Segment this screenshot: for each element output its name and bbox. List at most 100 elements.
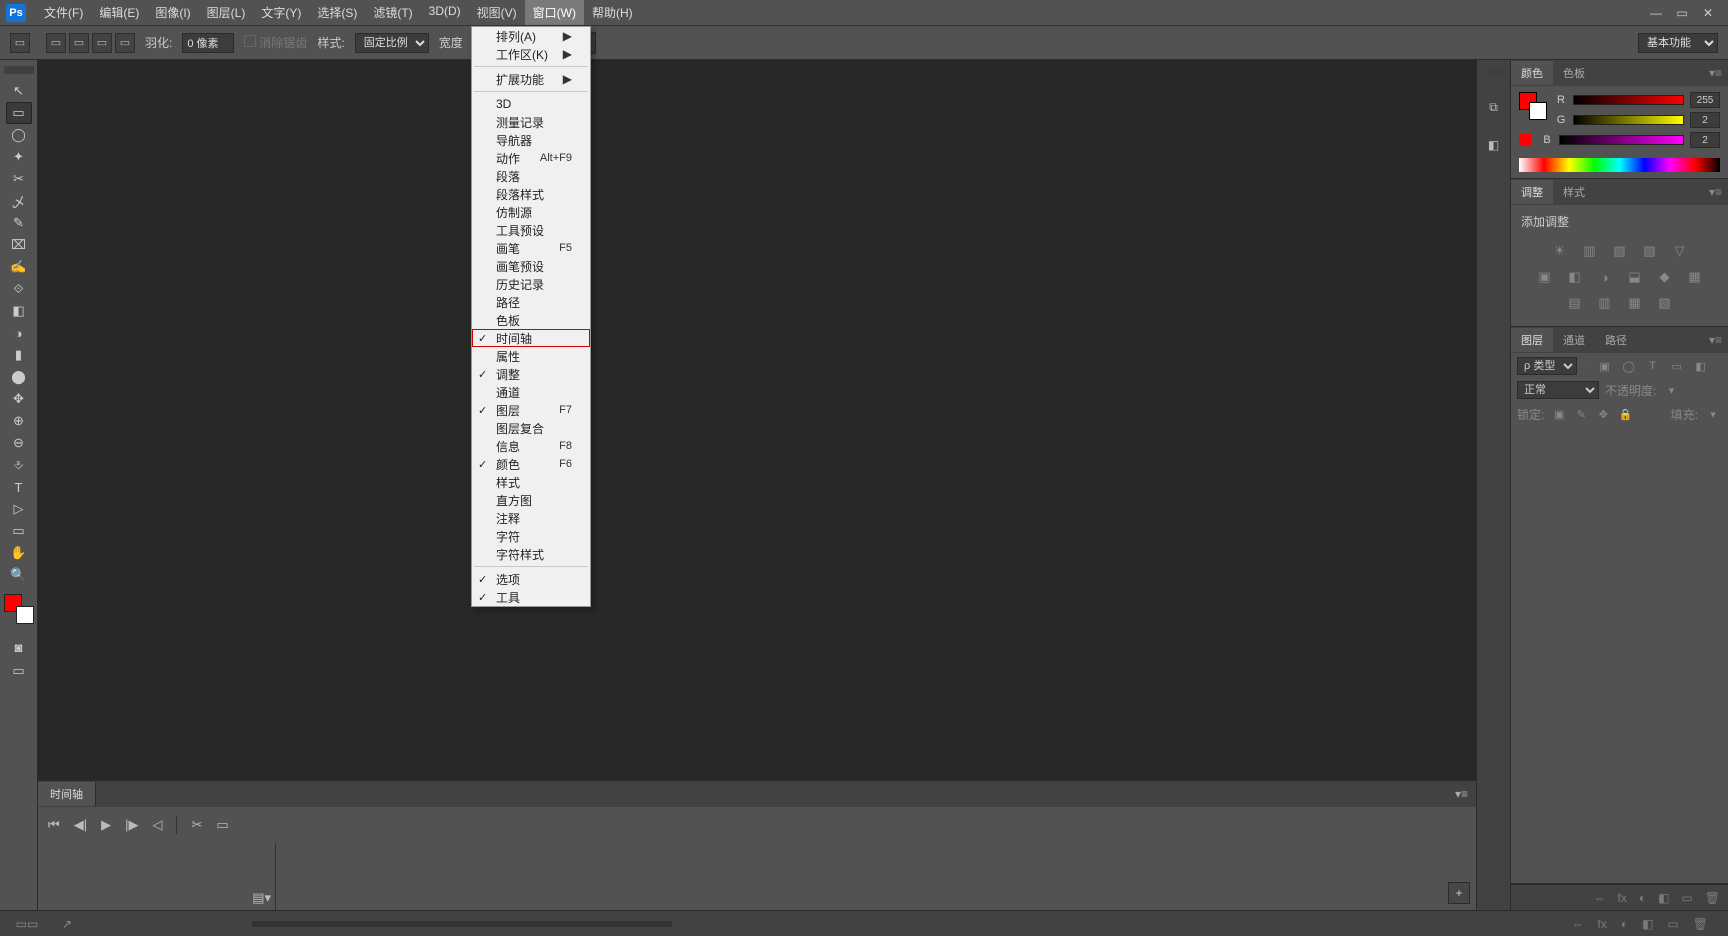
- history-dock-icon[interactable]: ⧉: [1483, 96, 1505, 118]
- menu-选择(S)[interactable]: 选择(S): [309, 0, 365, 25]
- channel-value-B[interactable]: 2: [1690, 132, 1720, 148]
- tool-8[interactable]: ✍: [6, 256, 32, 278]
- window-menu-item[interactable]: 字符: [472, 527, 590, 545]
- selection-new-icon[interactable]: ▭: [46, 33, 66, 53]
- maximize-button[interactable]: ▭: [1676, 7, 1688, 19]
- channel-slider-B[interactable]: [1559, 135, 1684, 145]
- tool-14[interactable]: ✥: [6, 388, 32, 410]
- window-menu-item[interactable]: 段落: [472, 167, 590, 185]
- color-swatches[interactable]: [4, 594, 34, 624]
- tool-21[interactable]: ✋: [6, 542, 32, 564]
- quick-mask-icon[interactable]: ◙: [6, 636, 32, 658]
- timeline-panel-menu-icon[interactable]: ▾≡: [1447, 787, 1476, 801]
- close-button[interactable]: ✕: [1702, 7, 1714, 19]
- menu-视图(V)[interactable]: 视图(V): [469, 0, 525, 25]
- window-menu-item[interactable]: 3D: [472, 95, 590, 113]
- toolbar-grip[interactable]: [4, 66, 34, 74]
- layer-filter-icon[interactable]: ▭: [1668, 357, 1686, 375]
- opacity-dropdown-icon[interactable]: ▾: [1662, 381, 1680, 399]
- layer-lock-icon[interactable]: ✥: [1594, 405, 1612, 423]
- layers-list[interactable]: [1517, 429, 1722, 879]
- window-menu-item[interactable]: 注释: [472, 509, 590, 527]
- statusbar-icon[interactable]: 🗑: [1693, 917, 1708, 931]
- tl-go-start-icon[interactable]: ⏮: [48, 817, 60, 833]
- window-menu-item[interactable]: 属性: [472, 347, 590, 365]
- tool-3[interactable]: ✦: [6, 146, 32, 168]
- tool-11[interactable]: ◑: [6, 322, 32, 344]
- tool-2[interactable]: ◯: [6, 124, 32, 146]
- window-menu-item[interactable]: ✓图层F7: [472, 401, 590, 419]
- adjustment-icon[interactable]: ☀: [1551, 242, 1569, 260]
- layer-filter-icon[interactable]: ◯: [1620, 357, 1638, 375]
- window-menu-item[interactable]: 图层复合: [472, 419, 590, 437]
- statusbar-icon[interactable]: fx: [1597, 917, 1606, 931]
- window-menu-item[interactable]: ✓调整: [472, 365, 590, 383]
- window-menu-item[interactable]: ✓选项: [472, 570, 590, 588]
- tool-1[interactable]: ▭: [6, 102, 32, 124]
- window-menu-item[interactable]: 色板: [472, 311, 590, 329]
- window-menu-item[interactable]: 信息F8: [472, 437, 590, 455]
- tool-12[interactable]: ▮: [6, 344, 32, 366]
- styles-tab[interactable]: 样式: [1553, 180, 1595, 204]
- window-menu-item[interactable]: ✓工具: [472, 588, 590, 606]
- canvas[interactable]: [38, 60, 1476, 780]
- menu-文字(Y)[interactable]: 文字(Y): [253, 0, 309, 25]
- window-menu-item[interactable]: ✓颜色F6: [472, 455, 590, 473]
- adjustment-icon[interactable]: ⬓: [1626, 268, 1644, 286]
- color-panel-menu-icon[interactable]: ▾≡: [1703, 66, 1728, 80]
- adjustment-icon[interactable]: ◧: [1566, 268, 1584, 286]
- window-menu-item[interactable]: 直方图: [472, 491, 590, 509]
- tool-20[interactable]: ▭: [6, 520, 32, 542]
- swatches-tab[interactable]: 色板: [1553, 61, 1595, 85]
- adjustment-icon[interactable]: ▥: [1596, 294, 1614, 312]
- menu-窗口(W)[interactable]: 窗口(W): [525, 0, 584, 25]
- tl-prev-frame-icon[interactable]: ◀|: [74, 817, 87, 833]
- adjustment-icon[interactable]: ▦: [1686, 268, 1704, 286]
- properties-dock-icon[interactable]: ◧: [1483, 134, 1505, 156]
- channel-slider-G[interactable]: [1573, 115, 1684, 125]
- adjustment-icon[interactable]: ◑: [1596, 268, 1614, 286]
- menu-文件(F)[interactable]: 文件(F): [36, 0, 91, 25]
- menu-图像(I)[interactable]: 图像(I): [147, 0, 198, 25]
- tl-scissors-icon[interactable]: ✂: [191, 817, 202, 833]
- window-menu-item[interactable]: 仿制源: [472, 203, 590, 221]
- tool-16[interactable]: ⊖: [6, 432, 32, 454]
- tool-19[interactable]: ▷: [6, 498, 32, 520]
- layer-filter-icon[interactable]: T: [1644, 357, 1662, 375]
- menu-3D(D)[interactable]: 3D(D): [421, 0, 469, 25]
- adjustment-icon[interactable]: ◆: [1656, 268, 1674, 286]
- color-tab[interactable]: 颜色: [1511, 61, 1553, 85]
- dock-grip[interactable]: [1482, 68, 1506, 76]
- tool-0[interactable]: ↖: [6, 80, 32, 102]
- window-menu-item[interactable]: 字符样式: [472, 545, 590, 563]
- menu-帮助(H)[interactable]: 帮助(H): [584, 0, 641, 25]
- background-color-swatch[interactable]: [16, 606, 34, 624]
- statusbar-icon[interactable]: ▭: [1667, 917, 1678, 931]
- window-menu-item[interactable]: ✓时间轴: [472, 329, 590, 347]
- adjustment-icon[interactable]: ▧: [1656, 294, 1674, 312]
- channels-tab[interactable]: 通道: [1553, 328, 1595, 352]
- adjustment-icon[interactable]: ▤: [1566, 294, 1584, 312]
- window-menu-item[interactable]: 通道: [472, 383, 590, 401]
- statusbar-icon[interactable]: ◐: [1621, 917, 1628, 931]
- window-menu-item[interactable]: 画笔预设: [472, 257, 590, 275]
- layers-panel-menu-icon[interactable]: ▾≡: [1703, 333, 1728, 347]
- paths-tab[interactable]: 路径: [1595, 328, 1637, 352]
- color-spectrum[interactable]: [1519, 158, 1720, 172]
- selection-add-icon[interactable]: ▭: [69, 33, 89, 53]
- menu-图层(L)[interactable]: 图层(L): [199, 0, 254, 25]
- screen-mode-icon[interactable]: ▭: [6, 660, 32, 682]
- window-menu-item[interactable]: 历史记录: [472, 275, 590, 293]
- window-menu-item[interactable]: 路径: [472, 293, 590, 311]
- blend-mode-select[interactable]: 正常: [1517, 381, 1599, 399]
- window-menu-item[interactable]: 排列(A)▶: [472, 27, 590, 45]
- selection-sub-icon[interactable]: ▭: [92, 33, 112, 53]
- channel-slider-R[interactable]: [1573, 95, 1684, 105]
- layers-footer-icon[interactable]: ◧: [1658, 891, 1669, 905]
- tool-15[interactable]: ⊕: [6, 410, 32, 432]
- statusbar-icon[interactable]: ◧: [1642, 917, 1653, 931]
- adjust-panel-menu-icon[interactable]: ▾≡: [1703, 185, 1728, 199]
- adjustments-tab[interactable]: 调整: [1511, 180, 1553, 204]
- tl-layer-picker-icon[interactable]: ▤▾: [252, 890, 271, 906]
- tool-6[interactable]: ✎: [6, 212, 32, 234]
